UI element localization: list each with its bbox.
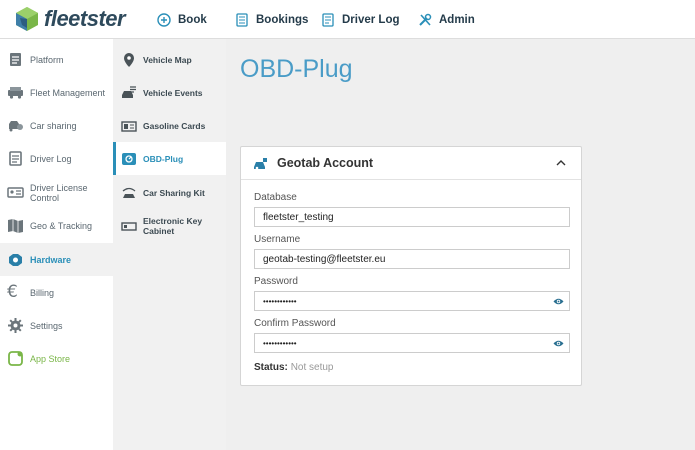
eye-icon[interactable] [553,296,564,307]
driverlog-icon [9,151,22,166]
sidebar-item-app-store[interactable]: App Store [0,342,113,375]
fleet-icon [8,87,23,99]
subnav-item-vehicle-map[interactable]: Vehicle Map [113,43,226,76]
top-bar: fleetster Book Bookings Driver Log Admin [0,0,695,39]
password-value: •••••••••••• [263,297,297,306]
license-icon [7,187,24,198]
obd-plug-icon [254,158,267,170]
nav-bookings[interactable]: Bookings [235,0,308,39]
nav-admin[interactable]: Admin [418,0,475,39]
card-header[interactable]: Geotab Account [241,147,581,180]
confirm-password-value: •••••••••••• [263,339,297,348]
database-value: fleetster_testing [263,212,334,223]
hardware-subnav: Vehicle Map Vehicle Events Gasoline Card… [113,39,226,450]
sidebar-item-driver-log[interactable]: Driver Log [0,142,113,175]
platform-icon [10,53,21,66]
username-label: Username [254,234,301,245]
subnav-item-obd-plug[interactable]: OBD-Plug [113,142,226,175]
tools-icon [419,13,432,26]
sidebar-item-platform[interactable]: Platform [0,43,113,76]
sidebar-item-hardware[interactable]: Hardware [0,243,113,276]
nav-book[interactable]: Book [157,0,207,39]
chevron-up-icon[interactable] [555,157,567,169]
obd-icon [122,152,136,165]
subnav-item-label: Electronic Key Cabinet [143,215,203,236]
subnav-item-label: Gasoline Cards [143,120,206,131]
sidebar-item-label: Driver License Control [30,182,88,203]
sidebar-item-driver-license[interactable]: Driver License Control [0,176,113,209]
sidebar-item-label: Platform [30,54,64,65]
sidebar-item-label: App Store [30,353,71,364]
brand-logo[interactable]: fleetster [14,6,126,32]
username-value: geotab-testing@fleetster.eu [263,254,386,265]
sidebar-item-billing[interactable]: € Billing [0,276,113,309]
sidebar-item-label: Billing [30,287,55,298]
sidebar-item-fleet-management[interactable]: Fleet Management [0,76,113,109]
username-field[interactable]: geotab-testing@fleetster.eu [254,249,570,269]
subnav-item-label: Vehicle Events [143,87,203,98]
vehicle-events-icon [122,85,136,98]
status-label: Status: [254,362,288,373]
sidebar-item-geo-tracking[interactable]: Geo & Tracking [0,209,113,242]
appstore-icon [8,351,23,366]
sidebar-item-label: Geo & Tracking [30,220,93,231]
status-value: Not setup [290,362,334,373]
sidebar-item-label: Hardware [30,254,72,265]
main-content: OBD-Plug Geotab Account Database fleetst… [226,39,695,450]
nav-admin-label: Admin [439,13,475,26]
euro-icon: € [7,282,18,302]
database-label: Database [254,192,297,203]
map-pin-icon [124,52,134,67]
subnav-item-label: Vehicle Map [143,54,192,65]
sidebar-item-label: Car sharing [30,120,77,131]
nav-driver-log-label: Driver Log [342,13,400,26]
key-cabinet-icon [121,221,137,231]
kit-icon [122,187,136,198]
sidebar-item-label: Settings [30,320,63,331]
subnav-item-vehicle-events[interactable]: Vehicle Events [113,76,226,109]
geotab-account-card: Geotab Account Database fleetster_testin… [240,146,582,386]
sidebar-item-label: Driver Log [30,153,72,164]
map-icon [8,219,23,233]
password-label: Password [254,276,298,287]
subnav-item-key-cabinet[interactable]: Electronic Key Cabinet [113,209,226,242]
subnav-item-car-sharing-kit[interactable]: Car Sharing Kit [113,176,226,209]
sidebar-item-label: Fleet Management [30,87,106,98]
subnav-item-label: Car Sharing Kit [143,187,205,198]
plus-circle-icon [157,12,171,27]
carsharing-icon [9,121,23,132]
brand-name: fleetster [44,6,126,31]
confirm-password-field[interactable]: •••••••••••• [254,333,570,353]
status-line: Status: Not setup [254,362,334,373]
subnav-item-label: OBD-Plug [143,153,184,164]
nav-driver-log[interactable]: Driver Log [321,0,400,39]
sidebar-item-settings[interactable]: Settings [0,309,113,342]
clipboard-icon [322,12,334,27]
database-field[interactable]: fleetster_testing [254,207,570,227]
fleetster-logo-icon [16,7,38,31]
eye-icon[interactable] [553,338,564,349]
sidebar-item-car-sharing[interactable]: Car sharing [0,109,113,142]
card-icon [121,120,137,132]
list-icon [236,12,248,27]
page-title: OBD-Plug [240,55,353,83]
password-field[interactable]: •••••••••••• [254,291,570,311]
nav-book-label: Book [178,13,207,26]
nav-bookings-label: Bookings [256,13,309,26]
subnav-item-gasoline-cards[interactable]: Gasoline Cards [113,109,226,142]
gear-icon [8,318,23,333]
hardware-icon [9,254,22,266]
card-title: Geotab Account [277,156,374,170]
confirm-password-label: Confirm Password [254,318,336,329]
main-sidebar: Platform Fleet Management Car sharing Dr… [0,39,113,450]
